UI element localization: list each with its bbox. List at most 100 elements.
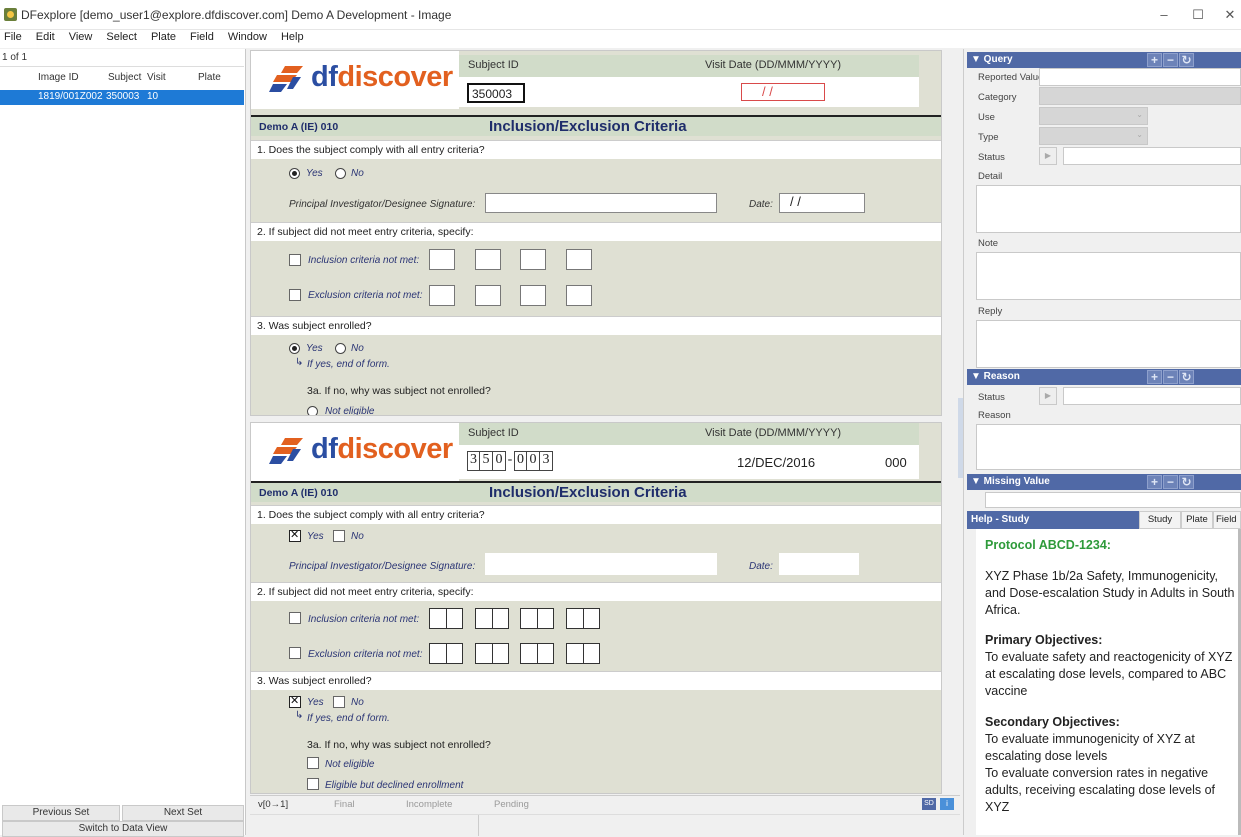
reported-value-label: Reported Value	[978, 72, 1044, 83]
not-eligible-checkbox[interactable]	[307, 757, 319, 769]
tab-plate[interactable]: Plate	[1181, 511, 1213, 529]
q1-no-radio[interactable]	[335, 168, 346, 179]
previous-set-button[interactable]: Previous Set	[2, 805, 120, 821]
inclusion-box-2[interactable]	[475, 608, 509, 629]
menu-select[interactable]: Select	[99, 30, 144, 43]
note-field[interactable]	[976, 252, 1241, 300]
menu-help[interactable]: Help	[274, 30, 311, 43]
exclusion-box-2[interactable]	[475, 643, 509, 664]
menu-window[interactable]: Window	[221, 30, 274, 43]
menu-plate[interactable]: Plate	[144, 30, 183, 43]
menu-view[interactable]: View	[62, 30, 100, 43]
remove-icon[interactable]: −	[1163, 53, 1178, 67]
exclusion-box-1[interactable]	[429, 285, 455, 306]
next-set-button[interactable]: Next Set	[122, 805, 244, 821]
query-title: ▼ Query	[971, 54, 1013, 65]
add-icon[interactable]: +	[1147, 370, 1162, 384]
col-header-image-id[interactable]: Image ID	[38, 72, 79, 83]
menu-field[interactable]: Field	[183, 30, 221, 43]
reset-icon[interactable]: ↻	[1179, 53, 1194, 67]
minimize-button[interactable]: –	[1154, 6, 1174, 24]
reset-icon[interactable]: ↻	[1179, 370, 1194, 384]
q3-yes-checkbox[interactable]	[289, 694, 301, 708]
exclusion-checkbox[interactable]	[289, 289, 301, 301]
remove-icon[interactable]: −	[1163, 475, 1178, 489]
query-header[interactable]: ▼ Query + − ↻	[967, 52, 1241, 68]
subject-id-boxes[interactable]: 350-003	[467, 451, 553, 471]
signature-field[interactable]	[485, 193, 717, 213]
date-field[interactable]	[779, 553, 859, 575]
exclusion-box-4[interactable]	[566, 643, 600, 664]
inclusion-box-1[interactable]	[429, 249, 455, 270]
reset-icon[interactable]: ↻	[1179, 475, 1194, 489]
inclusion-box-2[interactable]	[475, 249, 501, 270]
if-yes-arrow-icon: ↳	[295, 357, 304, 368]
missing-value-field[interactable]	[985, 492, 1241, 508]
col-header-subject[interactable]: Subject	[108, 72, 141, 83]
exclusion-box-2[interactable]	[475, 285, 501, 306]
inclusion-box-3[interactable]	[520, 608, 554, 629]
signature-field[interactable]	[485, 553, 717, 575]
add-icon[interactable]: +	[1147, 475, 1162, 489]
use-select[interactable]: ⌄	[1039, 107, 1148, 125]
exclusion-box-3[interactable]	[520, 285, 546, 306]
add-icon[interactable]: +	[1147, 53, 1162, 67]
reason-header[interactable]: ▼ Reason + − ↻	[967, 369, 1241, 385]
close-button[interactable]: ✕	[1220, 6, 1240, 24]
exclusion-checkbox[interactable]	[289, 647, 301, 659]
menu-edit[interactable]: Edit	[29, 30, 62, 43]
sd-button[interactable]: SD	[922, 798, 936, 810]
inclusion-box-3[interactable]	[520, 249, 546, 270]
status-field[interactable]	[1063, 147, 1241, 165]
inclusion-box-1[interactable]	[429, 608, 463, 629]
reason-status-field[interactable]	[1063, 387, 1241, 405]
q1-no-checkbox[interactable]	[333, 530, 345, 542]
col-header-plate[interactable]: Plate	[198, 72, 221, 83]
not-eligible-radio[interactable]	[307, 406, 318, 415]
category-field[interactable]	[1039, 87, 1241, 105]
primary-objectives-heading: Primary Objectives:	[985, 633, 1103, 647]
date-field[interactable]: / /	[779, 193, 865, 213]
exclusion-box-4[interactable]	[566, 285, 592, 306]
incomplete-button[interactable]: Incomplete	[406, 799, 452, 810]
play-icon[interactable]: ▶	[1039, 147, 1057, 165]
missing-value-header[interactable]: ▼ Missing Value + − ↻	[967, 474, 1241, 490]
reported-value-field[interactable]	[1039, 68, 1241, 86]
subject-id-field[interactable]: 350003	[467, 83, 525, 103]
q3-yes-label: Yes	[306, 343, 323, 354]
type-select[interactable]: ⌄	[1039, 127, 1148, 145]
detail-field[interactable]	[976, 185, 1241, 233]
tab-study[interactable]: Study	[1139, 511, 1181, 529]
inclusion-checkbox[interactable]	[289, 254, 301, 266]
inclusion-box-4[interactable]	[566, 608, 600, 629]
declined-label: Eligible but declined enrollment	[325, 780, 464, 791]
inclusion-checkbox[interactable]	[289, 612, 301, 624]
q3-yes-radio[interactable]	[289, 343, 300, 354]
q3-no-label: No	[351, 697, 364, 708]
q3-no-checkbox[interactable]	[333, 696, 345, 708]
q1-yes-radio[interactable]	[289, 168, 300, 179]
table-row[interactable]: 1819/001Z002 350003 10	[0, 90, 244, 105]
exclusion-box-1[interactable]	[429, 643, 463, 664]
reply-field[interactable]	[976, 320, 1241, 368]
visit-date-value[interactable]: 12/DEC/2016	[737, 455, 815, 470]
maximize-button[interactable]: ☐	[1188, 6, 1208, 24]
visit-date-field[interactable]: / /	[741, 83, 825, 101]
reason-field[interactable]	[976, 424, 1241, 470]
final-button[interactable]: Final	[334, 799, 355, 810]
exclusion-label: Exclusion criteria not met:	[308, 290, 423, 301]
title-bar: DFexplore [demo_user1@explore.dfdiscover…	[0, 0, 1241, 30]
declined-checkbox[interactable]	[307, 778, 319, 790]
play-icon[interactable]: ▶	[1039, 387, 1057, 405]
info-icon[interactable]: i	[940, 798, 954, 810]
remove-icon[interactable]: −	[1163, 370, 1178, 384]
pending-button[interactable]: Pending	[494, 799, 529, 810]
inclusion-box-4[interactable]	[566, 249, 592, 270]
col-header-visit[interactable]: Visit	[147, 72, 166, 83]
q3-no-radio[interactable]	[335, 343, 346, 354]
q1-yes-checkbox[interactable]	[289, 528, 301, 542]
exclusion-box-3[interactable]	[520, 643, 554, 664]
menu-file[interactable]: File	[0, 30, 29, 43]
sequence-number: 000	[885, 455, 907, 470]
tab-field[interactable]: Field	[1213, 511, 1241, 529]
